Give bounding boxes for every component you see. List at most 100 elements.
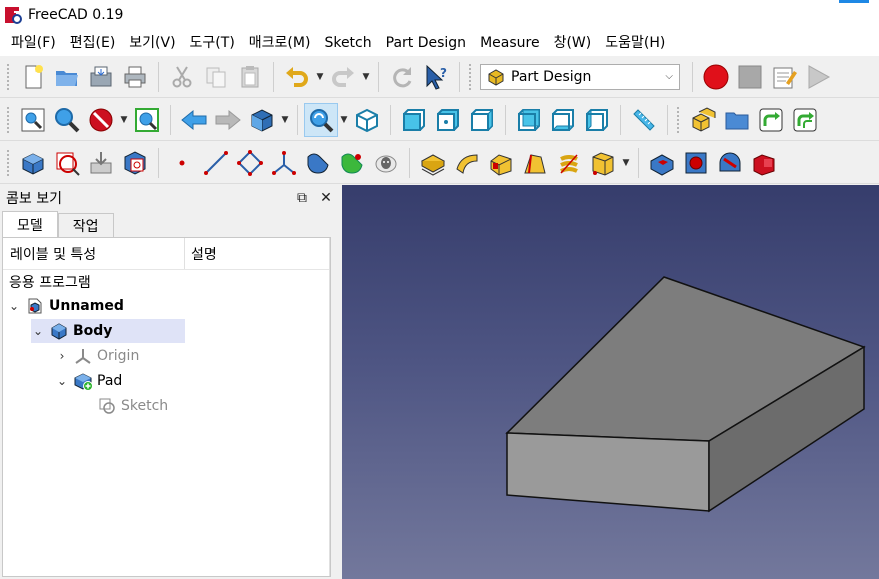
std-views-dropdown-arrow[interactable]: ▼ xyxy=(279,103,291,137)
local-coordinate-system-button[interactable] xyxy=(267,146,301,180)
redo-button[interactable] xyxy=(326,60,360,94)
std-views-button[interactable] xyxy=(245,103,279,137)
view-right-button[interactable] xyxy=(465,103,499,137)
view-left-button[interactable] xyxy=(580,103,614,137)
datum-plane-button[interactable] xyxy=(233,146,267,180)
revolution-button[interactable] xyxy=(450,146,484,180)
groove-button[interactable] xyxy=(713,146,747,180)
print-button[interactable] xyxy=(118,60,152,94)
whats-this-button[interactable]: ? xyxy=(419,60,453,94)
fit-all-button[interactable] xyxy=(16,103,50,137)
tree-item-body[interactable]: ⌄ Body xyxy=(31,319,185,343)
undo-dropdown-arrow[interactable]: ▼ xyxy=(314,60,326,94)
column-header-label[interactable]: 레이블 및 특성 xyxy=(3,238,185,269)
tree-item-origin[interactable]: › Origin xyxy=(55,344,140,368)
additive-pipe-button[interactable] xyxy=(518,146,552,180)
hole-icon xyxy=(685,152,707,173)
toolbar-grip[interactable] xyxy=(676,105,680,134)
tab-tasks[interactable]: 작업 xyxy=(57,213,114,237)
fit-selection-button[interactable] xyxy=(50,103,84,137)
back-button[interactable] xyxy=(177,103,211,137)
menu-macro[interactable]: 매크로(M) xyxy=(242,30,318,56)
tree-item-unnamed[interactable]: ⌄ Unnamed xyxy=(7,294,124,318)
view-top-button[interactable] xyxy=(431,103,465,137)
save-button[interactable] xyxy=(84,60,118,94)
expand-arrow-icon[interactable]: ⌄ xyxy=(31,324,45,338)
expand-arrow-icon[interactable]: › xyxy=(55,349,69,363)
measure-distance-button[interactable] xyxy=(627,103,661,137)
tree-item-pad[interactable]: ⌄ Pad xyxy=(55,369,122,393)
macro-record-button[interactable] xyxy=(699,60,733,94)
toolbar-grip[interactable] xyxy=(6,62,10,91)
sync-view-dropdown-arrow[interactable]: ▼ xyxy=(338,103,350,137)
open-button[interactable] xyxy=(50,60,84,94)
link-button[interactable] xyxy=(754,103,788,137)
refresh-button[interactable] xyxy=(385,60,419,94)
view-rear-button[interactable] xyxy=(512,103,546,137)
menu-measure[interactable]: Measure xyxy=(473,30,547,56)
datum-point-button[interactable] xyxy=(165,146,199,180)
menu-view[interactable]: 보기(V) xyxy=(122,30,182,56)
cut-button[interactable] xyxy=(165,60,199,94)
view-bottom-button[interactable] xyxy=(546,103,580,137)
tree-item-sketch[interactable]: Sketch xyxy=(79,394,168,418)
view-isometric-button[interactable] xyxy=(350,103,384,137)
create-part-button[interactable] xyxy=(686,103,720,137)
datum-line-button[interactable] xyxy=(199,146,233,180)
box-solid[interactable] xyxy=(342,185,879,579)
menu-part-design[interactable]: Part Design xyxy=(379,30,473,56)
forward-button[interactable] xyxy=(211,103,245,137)
link-sub-button[interactable] xyxy=(788,103,822,137)
column-header-description[interactable]: 설명 xyxy=(185,244,217,264)
undo-button[interactable] xyxy=(280,60,314,94)
additive-primitive-dropdown-arrow[interactable]: ▼ xyxy=(620,146,632,180)
subshape-binder-button[interactable] xyxy=(335,146,369,180)
toolbar-separator xyxy=(390,104,391,135)
3d-viewport[interactable] xyxy=(342,185,879,579)
additive-loft-button[interactable] xyxy=(484,146,518,180)
pocket-button[interactable] xyxy=(645,146,679,180)
workbench-selector[interactable]: Part Design ⌵ xyxy=(480,63,680,90)
validate-sketch-button[interactable] xyxy=(84,146,118,180)
stop-icon xyxy=(738,65,762,88)
toolbar-grip[interactable] xyxy=(468,62,472,91)
sync-view-button[interactable] xyxy=(304,102,338,137)
toolbar-grip[interactable] xyxy=(6,148,10,177)
menu-file[interactable]: 파일(F) xyxy=(4,30,63,56)
create-sketch-button[interactable] xyxy=(50,146,84,180)
new-document-button[interactable] xyxy=(16,60,50,94)
draw-style-dropdown-arrow[interactable]: ▼ xyxy=(118,103,130,137)
float-panel-icon[interactable]: ⧉ xyxy=(290,190,314,206)
view-front-button[interactable] xyxy=(397,103,431,137)
macro-edit-button[interactable] xyxy=(767,60,801,94)
subtractive-loft-button[interactable] xyxy=(747,146,781,180)
additive-helix-button[interactable] xyxy=(552,146,586,180)
shape-binder-button[interactable] xyxy=(301,146,335,180)
toolbar-grip[interactable] xyxy=(6,105,10,134)
additive-primitive-button[interactable] xyxy=(586,146,620,180)
menu-sketch[interactable]: Sketch xyxy=(317,30,378,56)
menu-tools[interactable]: 도구(T) xyxy=(183,30,242,56)
create-body-button[interactable] xyxy=(16,146,50,180)
redo-dropdown-arrow[interactable]: ▼ xyxy=(360,60,372,94)
expand-arrow-icon[interactable]: ⌄ xyxy=(7,299,21,313)
clone-button[interactable] xyxy=(369,146,403,180)
create-group-button[interactable] xyxy=(720,103,754,137)
copy-button[interactable] xyxy=(199,60,233,94)
menu-window[interactable]: 창(W) xyxy=(547,30,599,56)
tree-view[interactable]: 레이블 및 특성 설명 응용 프로그램 ⌄ Unnamed ⌄ Body › O xyxy=(2,237,331,577)
menu-help[interactable]: 도움말(H) xyxy=(598,30,672,56)
tab-model[interactable]: 모델 xyxy=(2,211,58,237)
menu-edit[interactable]: 편집(E) xyxy=(63,30,123,56)
expand-arrow-icon[interactable]: ⌄ xyxy=(55,374,69,388)
close-icon[interactable]: ✕ xyxy=(314,190,338,206)
macro-stop-button[interactable] xyxy=(733,60,767,94)
sketch-view-section-button[interactable] xyxy=(118,146,152,180)
bounding-box-button[interactable] xyxy=(130,103,164,137)
macro-execute-button[interactable] xyxy=(801,60,835,94)
draw-style-button[interactable] xyxy=(84,103,118,137)
hole-button[interactable] xyxy=(679,146,713,180)
freecad-logo-icon xyxy=(4,6,22,24)
paste-button[interactable] xyxy=(233,60,267,94)
pad-button[interactable] xyxy=(416,146,450,180)
